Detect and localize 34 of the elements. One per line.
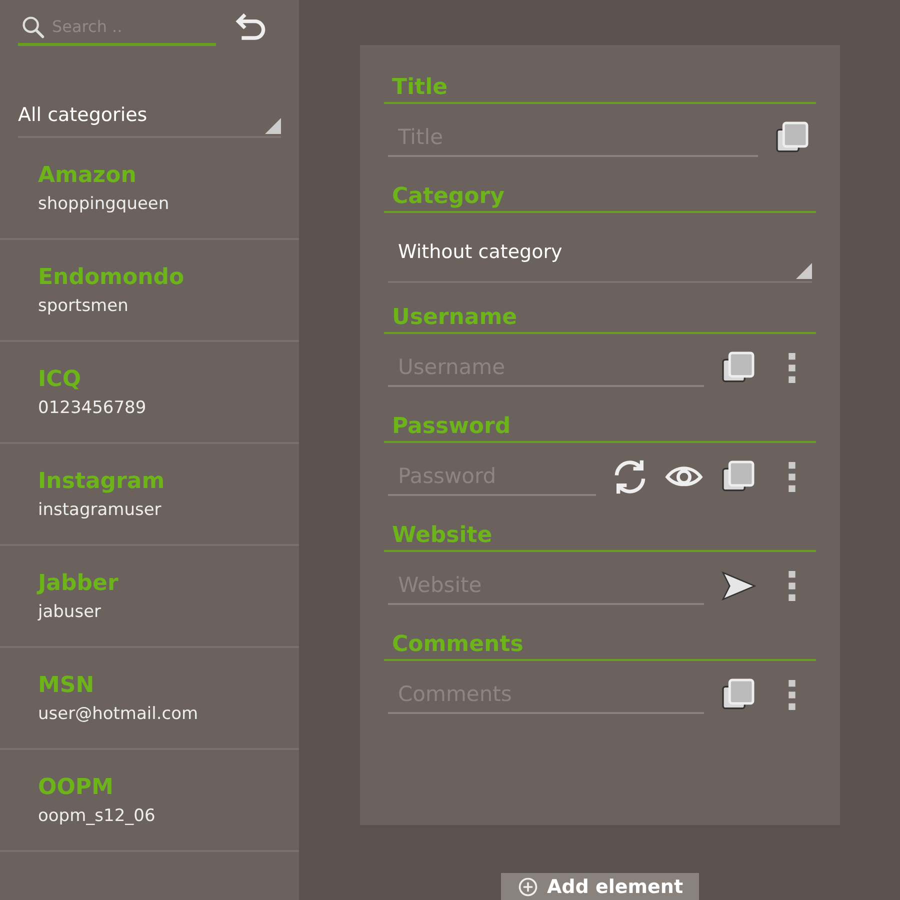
- field-label: Title: [384, 71, 816, 104]
- entry-item[interactable]: MSN user@hotmail.com: [0, 648, 299, 750]
- entry-name: Instagram: [38, 468, 166, 494]
- dropdown-corner-icon: [265, 118, 281, 134]
- entry-item[interactable]: Amazon shoppingqueen: [0, 138, 299, 240]
- entry-username: user@hotmail.com: [38, 704, 200, 724]
- entry-name: Amazon: [38, 162, 138, 188]
- field-label: Username: [384, 301, 816, 334]
- category-select[interactable]: Without category: [388, 223, 812, 283]
- entry-username: shoppingqueen: [38, 194, 170, 214]
- entry-username: instagramuser: [38, 500, 162, 520]
- entry-item[interactable]: OOPM oopm_s12_06: [0, 750, 299, 852]
- entry-item[interactable]: Instagram instagramuser: [0, 444, 299, 546]
- entry-name: Jabber: [38, 570, 120, 596]
- plus-icon: [516, 876, 539, 898]
- entry-item[interactable]: ICQ 0123456789: [0, 342, 299, 444]
- add-element-button[interactable]: Add element: [500, 873, 700, 900]
- entry-name: ICQ: [38, 366, 82, 392]
- search-icon: [20, 14, 46, 40]
- entry-username: oopm_s12_06: [38, 806, 156, 826]
- field-label: Category: [384, 180, 816, 213]
- category-dropdown[interactable]: All categories: [18, 94, 281, 138]
- entry-item[interactable]: Jabber jabuser: [0, 546, 299, 648]
- field-label: Comments: [384, 628, 816, 661]
- entry-username: jabuser: [38, 602, 102, 622]
- entry-username: sportsmen: [38, 296, 130, 316]
- field-label: Website: [384, 519, 816, 552]
- entry-item[interactable]: Endomondo sportsmen: [0, 240, 299, 342]
- entry-name: MSN: [38, 672, 96, 698]
- entry-username: 0123456789: [38, 398, 148, 418]
- entry-name: OOPM: [38, 774, 114, 800]
- dropdown-corner-icon: [796, 263, 812, 279]
- field-label: Password: [384, 410, 816, 443]
- entry-name: Endomondo: [38, 264, 186, 290]
